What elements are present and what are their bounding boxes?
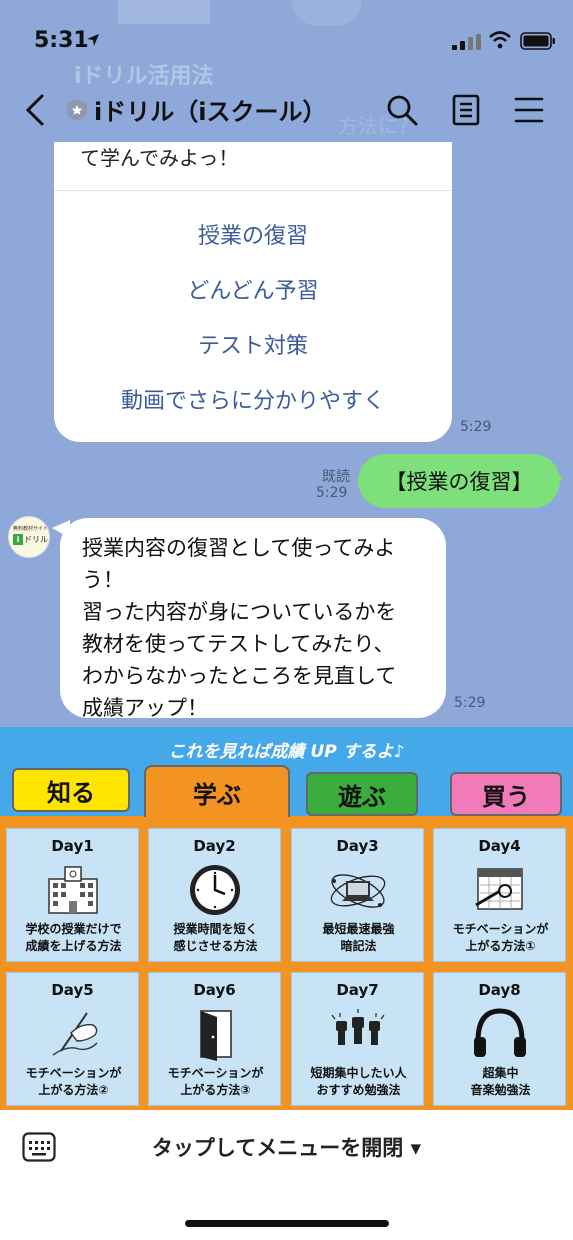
day-card-6[interactable]: Day6 モチベーションが 上がる方法③ (148, 972, 281, 1106)
message-card: て学んでみよっ！ 授業の復習 どんどん予習 テスト対策 動画でさらに分かりやすく (54, 142, 452, 442)
rich-menu: これを見れば成績 UP するよ♪ 知る 学ぶ 遊ぶ 買う Day1 学校の授業だ… (0, 727, 573, 1110)
day-description: モチベーションが 上がる方法② (11, 1065, 136, 1099)
card-divider (54, 190, 452, 191)
rich-menu-banner: これを見れば成績 UP するよ♪ (168, 742, 405, 762)
chat-title: iドリル（iスクール） (94, 98, 327, 126)
day-text-line: 授業時間を短く (173, 922, 258, 936)
sent-message-bubble: 【授業の復習】 (358, 454, 560, 508)
day-card-8[interactable]: Day8 超集中音楽勉強法 (433, 972, 566, 1106)
message-time: 5:29 (316, 485, 348, 501)
day-card-4[interactable]: Day4 モチベーションが 上がる方法① (433, 828, 566, 962)
message-line: う！ (82, 568, 124, 592)
day-title: Day6 (193, 981, 236, 999)
day-title: Day4 (478, 837, 521, 855)
location-arrow-icon (87, 34, 99, 46)
calendar-pen-icon (475, 868, 523, 910)
back-chevron-icon[interactable] (20, 92, 50, 128)
day-text-line: 上がる方法① (465, 939, 536, 953)
day-text-line: 音楽勉強法 (470, 1083, 531, 1097)
day-text-line: 最短最速最強 (322, 922, 395, 936)
day-title: Day2 (193, 837, 236, 855)
message-line: 成績アップ！ (82, 696, 208, 720)
day-title: Day8 (478, 981, 521, 999)
day-text-line: モチベーションが (452, 922, 549, 936)
hand-writing-icon (52, 1012, 98, 1056)
day-card-1[interactable]: Day1 学校の授業だけで 成績を上げる方法 (6, 828, 139, 962)
day-title: Day3 (336, 837, 379, 855)
card-link-review[interactable]: 授業の復習 (54, 218, 452, 250)
chat-header: iドリル（iスクール） (0, 80, 573, 142)
school-building-icon (48, 866, 98, 914)
laptop-orbit-icon (330, 874, 386, 908)
headphones-icon (474, 1008, 526, 1057)
cellular-signal-icon (452, 34, 481, 50)
status-bar: 5:31 (0, 0, 573, 80)
day-title: Day7 (336, 981, 379, 999)
day-description: 最短最速最強 暗記法 (296, 921, 421, 955)
read-receipt: 既読 (322, 469, 350, 485)
search-icon[interactable] (386, 94, 418, 126)
day-text-line: 感じさせる方法 (173, 939, 258, 953)
day-text-line: 短期集中したい人 (310, 1066, 407, 1080)
day-description: 学校の授業だけで 成績を上げる方法 (11, 921, 136, 955)
day-description: モチベーションが 上がる方法① (438, 921, 563, 955)
door-icon (200, 1010, 232, 1061)
bottom-bar: タップしてメニューを開閉 ▾ (0, 1110, 573, 1240)
day-text-line: 学校の授業だけで (25, 922, 122, 936)
day-title: Day1 (51, 837, 94, 855)
tab-buy[interactable]: 買う (450, 772, 562, 816)
day-text-line: モチベーションが (25, 1066, 122, 1080)
day-text-line: 上がる方法③ (180, 1083, 251, 1097)
day-title: Day5 (51, 981, 94, 999)
verified-shield-icon (67, 99, 87, 121)
tab-learn[interactable]: 学ぶ (144, 765, 290, 817)
day-card-2[interactable]: Day2 授業時間を短く 感じさせる方法 (148, 828, 281, 962)
avatar-logo-letter: i (13, 534, 23, 545)
day-description: 短期集中したい人 おすすめ勉強法 (296, 1065, 421, 1099)
message-line: 授業内容の復習として使ってみよ (82, 536, 396, 560)
day-description: 超集中 音楽勉強法 (438, 1065, 563, 1099)
avatar-caption: 無料教材サイト (13, 526, 49, 532)
avatar[interactable]: 無料教材サイト i ドリル (8, 516, 50, 558)
day-text-line: モチベーションが (167, 1066, 264, 1080)
hamburger-menu-icon[interactable] (514, 96, 544, 124)
wifi-icon (489, 31, 511, 49)
notes-icon[interactable] (452, 94, 480, 126)
day-card-3[interactable]: Day3 最短最速最強 暗記法 (291, 828, 424, 962)
card-link-preview[interactable]: どんどん予習 (54, 273, 452, 305)
day-card-5[interactable]: Day5 モチベーションが 上がる方法② (6, 972, 139, 1106)
message-line: 教材を使ってテストしてみたり、 (82, 632, 395, 656)
day-text-line: 超集中 (482, 1066, 519, 1080)
message-line: 習った内容が身についているかを (82, 600, 397, 624)
message-time: 5:29 (454, 695, 486, 711)
avatar-logo-text: ドリル (24, 535, 48, 544)
received-message-bubble: 授業内容の復習として使ってみよ う！ 習った内容が身についているかを 教材を使っ… (60, 518, 446, 720)
card-top-text: て学んでみよっ！ (80, 146, 239, 170)
raised-fists-icon (331, 1009, 385, 1045)
message-time: 5:29 (460, 419, 492, 435)
clock-icon (190, 865, 240, 915)
day-description: 授業時間を短く 感じさせる方法 (153, 921, 278, 955)
message-line: わからなかったところを見直して (82, 664, 397, 688)
battery-icon (520, 32, 555, 50)
day-text-line: 成績を上げる方法 (25, 939, 122, 953)
status-time: 5:31 (34, 28, 89, 53)
tab-know[interactable]: 知る (12, 768, 130, 812)
day-card-7[interactable]: Day7 短期集中したい人 おすすめ勉強法 (291, 972, 424, 1106)
day-description: モチベーションが 上がる方法③ (153, 1065, 278, 1099)
day-text-line: 上がる方法② (38, 1083, 109, 1097)
card-link-video[interactable]: 動画でさらに分かりやすく (54, 383, 452, 415)
card-link-test-prep[interactable]: テスト対策 (54, 328, 452, 360)
day-text-line: 暗記法 (340, 939, 377, 953)
home-indicator (185, 1220, 389, 1227)
tab-play[interactable]: 遊ぶ (306, 772, 418, 816)
day-text-line: おすすめ勉強法 (316, 1083, 401, 1097)
menu-toggle-button[interactable]: タップしてメニューを開閉 ▾ (0, 1132, 573, 1162)
